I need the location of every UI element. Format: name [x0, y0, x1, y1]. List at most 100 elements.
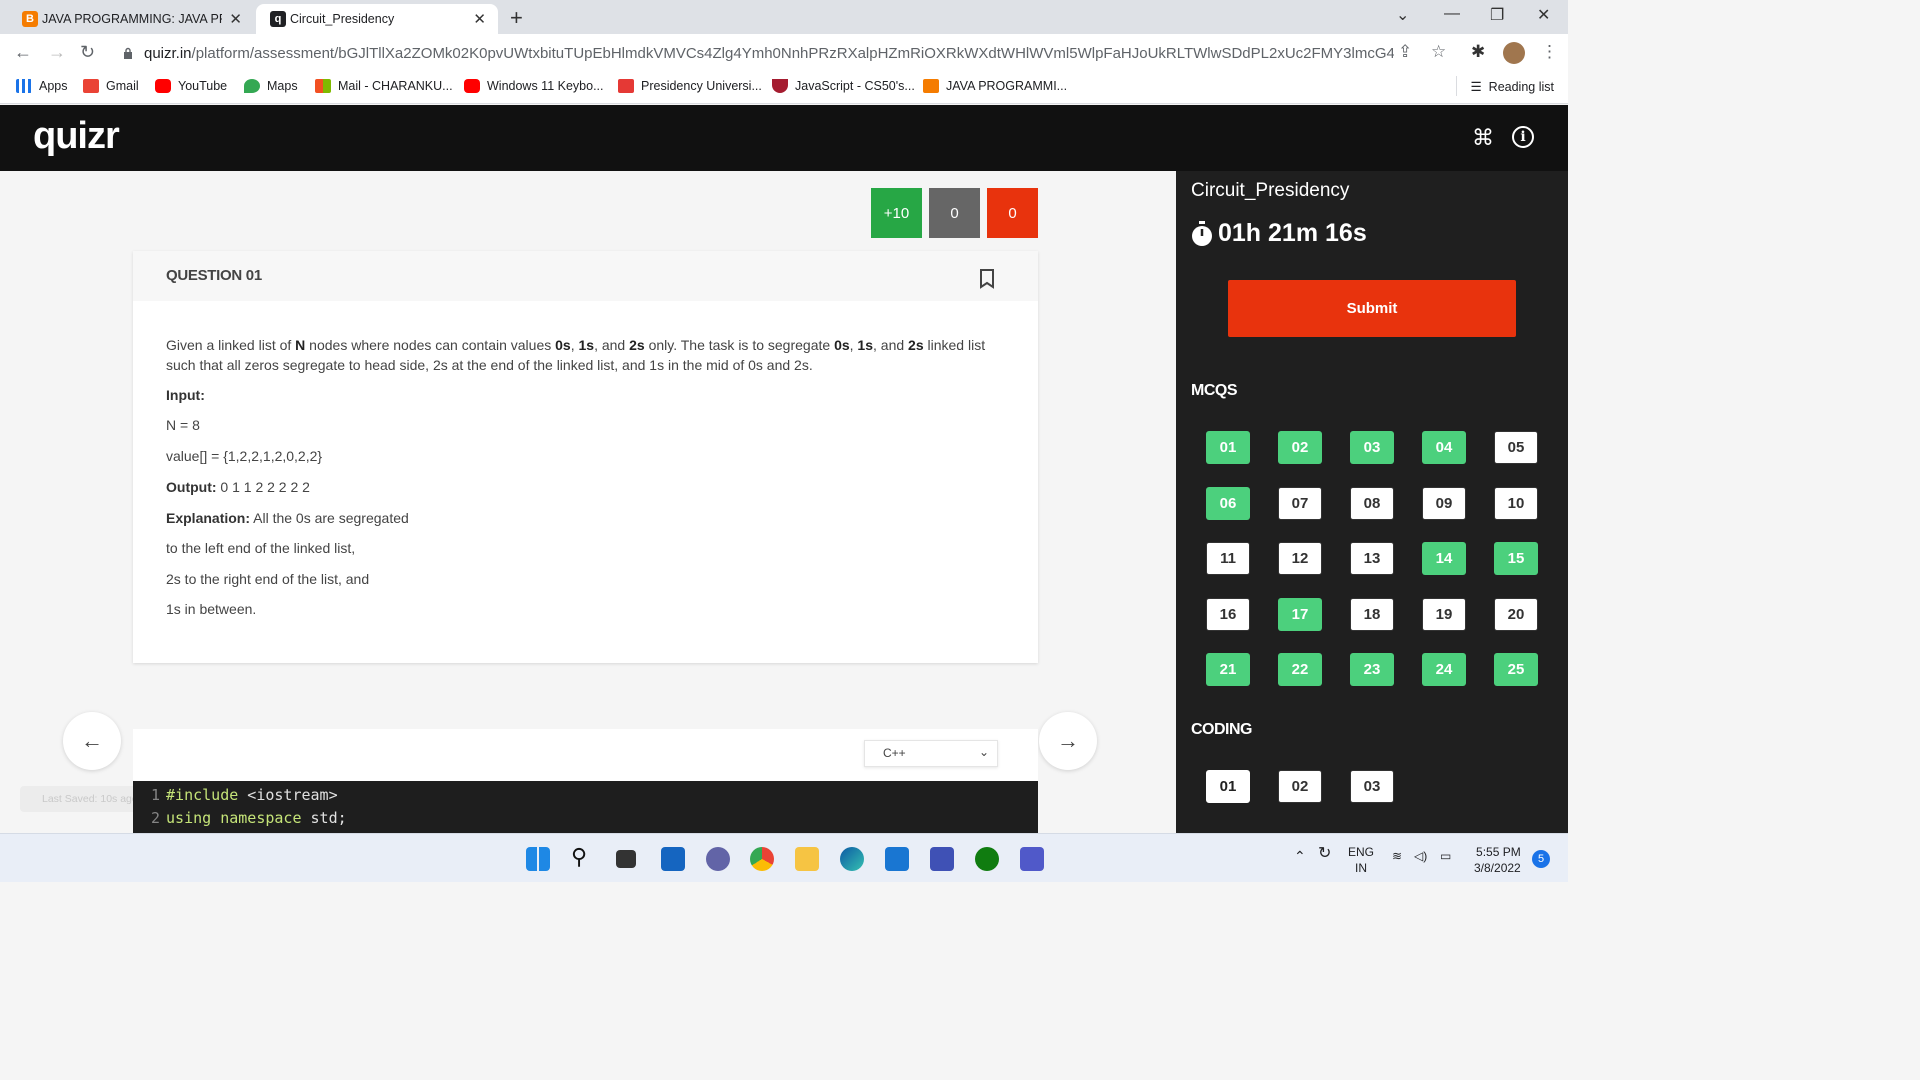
coding-question-button-02[interactable]: 02 [1278, 770, 1322, 803]
profile-avatar[interactable] [1503, 42, 1525, 64]
app-header: quizr ⌘ i [0, 105, 1568, 171]
mail-icon[interactable] [885, 847, 909, 871]
mcq-question-button-19[interactable]: 19 [1422, 597, 1466, 631]
question-text-fragment: only. The task is to segregate [644, 337, 835, 353]
close-window-icon[interactable]: ✕ [1537, 5, 1550, 25]
mcq-question-button-13[interactable]: 13 [1350, 542, 1394, 575]
close-tab-icon[interactable]: ✕ [473, 10, 486, 28]
quizr-logo[interactable]: quizr [33, 115, 120, 158]
teams-icon[interactable] [1020, 847, 1044, 871]
microsoft-icon [315, 79, 331, 93]
command-key-icon[interactable]: ⌘ [1472, 125, 1494, 151]
omnibox[interactable]: quizr.in/platform/assessment/bGJlTllXa2Z… [112, 38, 1456, 68]
forward-arrow-icon[interactable]: → [48, 42, 66, 63]
mcq-question-button-24[interactable]: 24 [1422, 653, 1466, 686]
browser-tab-java-programming[interactable]: B JAVA PROGRAMMING: JAVA PRO ✕ [8, 4, 254, 34]
mcq-question-button-17[interactable]: 17 [1278, 597, 1322, 631]
mcq-question-button-04[interactable]: 04 [1422, 431, 1466, 464]
mcq-question-button-15[interactable]: 15 [1494, 542, 1538, 575]
windows-start-icon[interactable] [526, 847, 550, 871]
mcq-question-button-12[interactable]: 12 [1278, 542, 1322, 575]
mcq-question-button-03[interactable]: 03 [1350, 431, 1394, 464]
file-explorer-icon[interactable] [795, 847, 819, 871]
mcq-question-button-22[interactable]: 22 [1278, 653, 1322, 686]
coding-question-button-03[interactable]: 03 [1350, 770, 1394, 803]
mcq-question-button-09[interactable]: 09 [1422, 486, 1466, 520]
input-label: Input: [166, 387, 205, 403]
code-editor[interactable]: 1 #include <iostream> 2 using namespace st… [133, 781, 1038, 833]
kebab-menu-icon[interactable]: ⋮ [1541, 42, 1558, 62]
xbox-icon[interactable] [975, 847, 999, 871]
chevron-up-icon[interactable]: ⌃ [1294, 848, 1306, 864]
tab-title: JAVA PROGRAMMING: JAVA PRO [42, 12, 222, 26]
chat-icon[interactable] [706, 847, 730, 871]
mcq-question-button-06[interactable]: 06 [1206, 486, 1250, 520]
input-value-line: value[] = {1,2,2,1,2,0,2,2} [166, 448, 323, 464]
mcq-question-button-16[interactable]: 16 [1206, 597, 1250, 631]
mcq-question-button-10[interactable]: 10 [1494, 486, 1538, 520]
mcq-question-button-05[interactable]: 05 [1494, 431, 1538, 464]
browser-tab-circuit-presidency[interactable]: q Circuit_Presidency ✕ [256, 4, 498, 34]
reload-icon[interactable]: ↻ [80, 42, 95, 63]
chevron-down-icon: ⌄ [978, 745, 989, 759]
bookmark-label: Windows 11 Keybo... [487, 79, 604, 93]
mcq-question-button-21[interactable]: 21 [1206, 653, 1250, 686]
wifi-icon[interactable]: ≋ [1392, 848, 1402, 864]
sync-icon[interactable]: ↻ [1318, 846, 1331, 862]
previous-question-button[interactable]: ← [63, 712, 121, 770]
question-text-fragment: , and [594, 337, 630, 353]
battery-icon[interactable]: ▭ [1440, 848, 1451, 864]
bookmark-mail[interactable]: Mail - CHARANKU... [315, 79, 453, 93]
tab-search-chevron-icon[interactable]: ⌄ [1396, 5, 1409, 25]
whiteboard-icon[interactable] [930, 847, 954, 871]
search-icon[interactable]: ⚲ [571, 844, 595, 869]
bookmark-maps[interactable]: Maps [244, 79, 298, 93]
bookmark-cs50[interactable]: JavaScript - CS50's... [772, 79, 915, 93]
language-indicator[interactable]: ENG IN [1348, 844, 1374, 876]
bookmark-gmail[interactable]: Gmail [83, 79, 139, 93]
bookmark-java[interactable]: JAVA PROGRAMMI... [923, 79, 1067, 93]
bookmark-label: JavaScript - CS50's... [795, 79, 915, 93]
coding-heading: CODING [1191, 721, 1253, 738]
chrome-icon[interactable] [750, 847, 774, 871]
mcq-question-button-11[interactable]: 11 [1206, 542, 1250, 575]
mcq-question-button-18[interactable]: 18 [1350, 597, 1394, 631]
bookmark-presidency[interactable]: Presidency Universi... [618, 79, 762, 93]
restore-icon[interactable]: ❐ [1490, 5, 1504, 25]
back-arrow-icon[interactable]: ← [14, 42, 32, 63]
next-question-button[interactable]: → [1039, 712, 1097, 770]
clock[interactable]: 5:55 PM 3/8/2022 [1474, 844, 1521, 876]
bookmark-youtube[interactable]: YouTube [155, 79, 227, 93]
mcq-question-button-07[interactable]: 07 [1278, 486, 1322, 520]
widgets-icon[interactable] [661, 847, 685, 871]
reading-list-button[interactable]: ☰ Reading list [1456, 76, 1554, 96]
presidency-icon [618, 79, 634, 93]
edge-icon[interactable] [840, 847, 864, 871]
share-icon[interactable]: ⇪ [1398, 42, 1412, 62]
info-icon[interactable]: i [1512, 126, 1534, 148]
new-tab-button[interactable]: + [510, 5, 523, 31]
speaker-icon[interactable]: ◁) [1414, 848, 1427, 864]
notification-badge[interactable]: 5 [1532, 850, 1550, 868]
code-keyword: #include [166, 786, 239, 804]
bookmark-icon[interactable] [979, 269, 995, 289]
minimize-icon[interactable]: — [1444, 5, 1460, 23]
mcq-question-button-01[interactable]: 01 [1206, 431, 1250, 464]
mcq-question-button-23[interactable]: 23 [1350, 653, 1394, 686]
language-select[interactable]: C++ ⌄ [864, 740, 998, 767]
mcq-question-button-25[interactable]: 25 [1494, 653, 1538, 686]
submit-button[interactable]: Submit [1228, 280, 1516, 337]
mcq-question-button-08[interactable]: 08 [1350, 486, 1394, 520]
mcq-question-button-20[interactable]: 20 [1494, 597, 1538, 631]
close-tab-icon[interactable]: ✕ [229, 10, 242, 28]
task-view-icon[interactable] [616, 850, 636, 868]
star-icon[interactable]: ☆ [1431, 42, 1446, 62]
bookmark-windows11[interactable]: Windows 11 Keybo... [464, 79, 604, 93]
mcq-question-button-14[interactable]: 14 [1422, 542, 1466, 575]
explanation-value: All the 0s are segregated [250, 510, 409, 526]
bookmark-apps[interactable]: Apps [16, 79, 68, 93]
question-text-emphasis: 2s [629, 337, 645, 353]
extensions-puzzle-icon[interactable]: ✱ [1471, 42, 1485, 62]
coding-question-button-01[interactable]: 01 [1206, 770, 1250, 803]
mcq-question-button-02[interactable]: 02 [1278, 431, 1322, 464]
